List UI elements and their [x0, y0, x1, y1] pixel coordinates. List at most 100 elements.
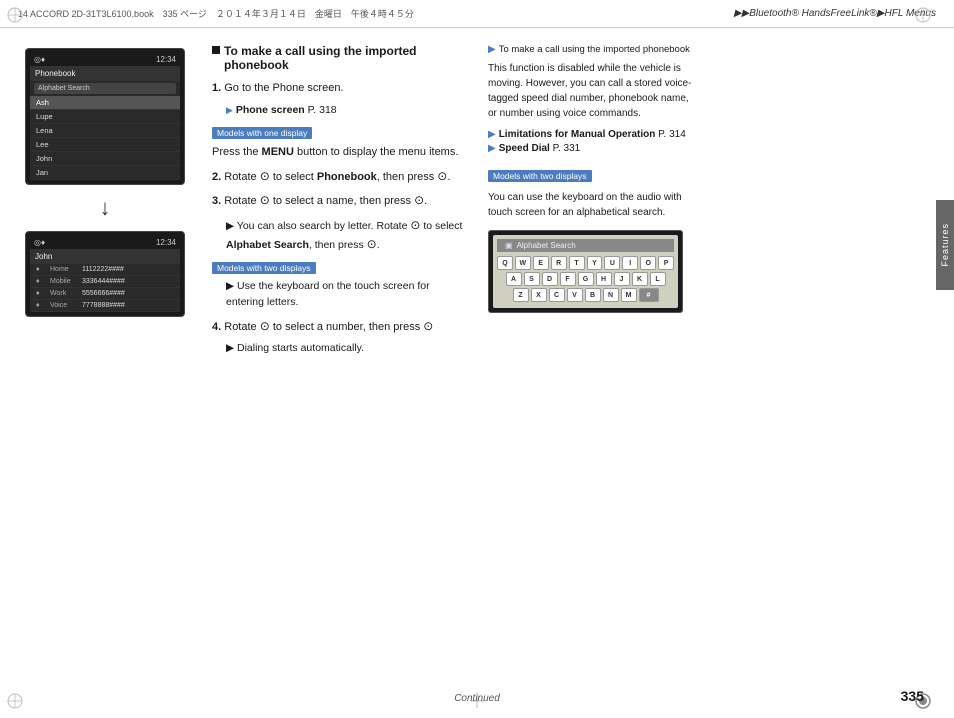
header-title: ▶▶Bluetooth® HandsFreeLink®▶HFL Menus: [734, 8, 936, 19]
key-f[interactable]: F: [560, 272, 576, 286]
key-o[interactable]: O: [640, 256, 656, 270]
note-arrow-icon: ▶: [488, 44, 496, 55]
key-s[interactable]: S: [524, 272, 540, 286]
header-bar: 14 ACCORD 2D-31T3L6100.book 335 ページ ２０１４…: [0, 0, 954, 28]
right-panel: ▶ To make a call using the imported phon…: [480, 38, 700, 678]
key-u[interactable]: U: [604, 256, 620, 270]
rotate-icon: ⊙: [260, 169, 270, 183]
list-item: Jan: [30, 166, 180, 180]
middle-panel: To make a call using the imported phoneb…: [200, 38, 480, 678]
continued-text: Continued: [454, 693, 500, 704]
main-content: ◎♦ 12:34 Phonebook Alphabet Search Ash L…: [0, 28, 954, 688]
step-menu: Press the MENU button to display the men…: [212, 144, 466, 161]
step-4-sub: ▶ Dialing starts automatically.: [212, 341, 466, 357]
key-y[interactable]: Y: [587, 256, 603, 270]
key-l[interactable]: L: [650, 272, 666, 286]
step-two-display: ▶ Use the keyboard on the touch screen f…: [212, 279, 466, 311]
key-n[interactable]: N: [603, 288, 619, 302]
key-h[interactable]: H: [596, 272, 612, 286]
model-badge-two-mid: Models with two displays: [212, 262, 316, 274]
screen-top-bar-2: ◎♦ 12:34: [30, 236, 180, 249]
black-square-icon: [212, 46, 220, 54]
key-k[interactable]: K: [632, 272, 648, 286]
contact-home: ♦ Home 1112222####: [30, 264, 180, 276]
screen-title: Phonebook: [30, 66, 180, 81]
search-bar: Alphabet Search: [34, 83, 176, 94]
step-2: 2. Rotate ⊙ to select Phonebook, then pr…: [212, 167, 466, 186]
key-a[interactable]: A: [506, 272, 522, 286]
note-body: This function is disabled while the vehi…: [488, 61, 692, 121]
list-item: Lee: [30, 138, 180, 152]
left-panel: ◎♦ 12:34 Phonebook Alphabet Search Ash L…: [10, 38, 200, 678]
limitations-arrow-icon: ▶: [488, 129, 496, 140]
key-q[interactable]: Q: [497, 256, 513, 270]
key-b[interactable]: B: [585, 288, 601, 302]
rotate-icon-3: ⊙: [410, 218, 420, 232]
alpha-keyboard: ▣ Alphabet Search Q W E R T Y U I O P: [493, 235, 678, 308]
list-item: Ash: [30, 96, 180, 110]
corner-marker-bl: [6, 692, 24, 710]
work-icon: ♦: [36, 290, 46, 297]
screen-top-bar: ◎♦ 12:34: [30, 53, 180, 66]
page-number: 335: [901, 688, 924, 704]
corner-marker-tr: [914, 6, 932, 24]
contact-voice: ♦ Voice 7778888####: [30, 300, 180, 312]
key-m[interactable]: M: [621, 288, 637, 302]
step-3: 3. Rotate ⊙ to select a name, then press…: [212, 191, 466, 210]
key-j[interactable]: J: [614, 272, 630, 286]
ref-limitations: ▶ Limitations for Manual Operation P. 31…: [488, 129, 692, 140]
press-icon-4: ⊙: [423, 319, 433, 333]
screen-title-2: John: [30, 249, 180, 264]
down-arrow: ↓: [100, 197, 111, 219]
key-i[interactable]: I: [622, 256, 638, 270]
press-icon-2: ⊙: [414, 193, 424, 207]
model-badge-one: Models with one display: [212, 127, 312, 139]
screen-icon: ◎♦: [34, 55, 45, 64]
key-g[interactable]: G: [578, 272, 594, 286]
mobile-icon: ♦: [36, 278, 46, 285]
contact-work: ♦ Work 5556666####: [30, 288, 180, 300]
home-icon: ♦: [36, 266, 46, 273]
step-3-sub: ▶ You can also search by letter. Rotate …: [212, 216, 466, 254]
key-v[interactable]: V: [567, 288, 583, 302]
speed-dial-arrow-icon: ▶: [488, 143, 496, 154]
key-d[interactable]: D: [542, 272, 558, 286]
screen-time: 12:34: [156, 55, 176, 64]
key-r[interactable]: R: [551, 256, 567, 270]
key-c[interactable]: C: [549, 288, 565, 302]
press-icon: ⊙: [437, 169, 447, 183]
step-1-ref: ▶ Phone screen P. 318: [212, 103, 466, 119]
phonebook-screen: ◎♦ 12:34 Phonebook Alphabet Search Ash L…: [25, 48, 185, 185]
model-badge-two-right: Models with two displays: [488, 170, 592, 182]
key-w[interactable]: W: [515, 256, 531, 270]
key-e[interactable]: E: [533, 256, 549, 270]
screen-time-2: 12:34: [156, 238, 176, 247]
key-t[interactable]: T: [569, 256, 585, 270]
screen-icon-2: ◎♦: [34, 238, 45, 247]
press-icon-3: ⊙: [367, 237, 377, 251]
alpha-screen-icon: ▣: [505, 241, 513, 250]
alphabet-screen: ▣ Alphabet Search Q W E R T Y U I O P: [488, 230, 683, 313]
alpha-row-1: Q W E R T Y U I O P: [497, 256, 674, 270]
key-hash[interactable]: #: [639, 288, 659, 302]
print-info: 14 ACCORD 2D-31T3L6100.book 335 ページ ２０１４…: [18, 7, 734, 20]
alpha-row-3: Z X C V B N M #: [497, 288, 674, 302]
step-4: 4. Rotate ⊙ to select a number, then pre…: [212, 317, 466, 336]
contact-mobile: ♦ Mobile 3336444####: [30, 276, 180, 288]
ref-speed-dial: ▶ Speed Dial P. 331: [488, 143, 692, 154]
key-p[interactable]: P: [658, 256, 674, 270]
alpha-title-bar: ▣ Alphabet Search: [497, 239, 674, 252]
key-x[interactable]: X: [531, 288, 547, 302]
list-item: Lena: [30, 124, 180, 138]
step-1: 1. Go to the Phone screen.: [212, 80, 466, 97]
ref-icon-1: ▶: [226, 105, 233, 115]
voice-icon: ♦: [36, 302, 46, 309]
rotate-icon-4: ⊙: [260, 319, 270, 333]
two-display-note: You can use the keyboard on the audio wi…: [488, 190, 692, 220]
list-item: John: [30, 152, 180, 166]
list-item: Lupe: [30, 110, 180, 124]
note-header: ▶ To make a call using the imported phon…: [488, 44, 692, 55]
corner-marker-tl: [6, 6, 24, 24]
section-title: To make a call using the imported phoneb…: [212, 44, 466, 72]
key-z[interactable]: Z: [513, 288, 529, 302]
